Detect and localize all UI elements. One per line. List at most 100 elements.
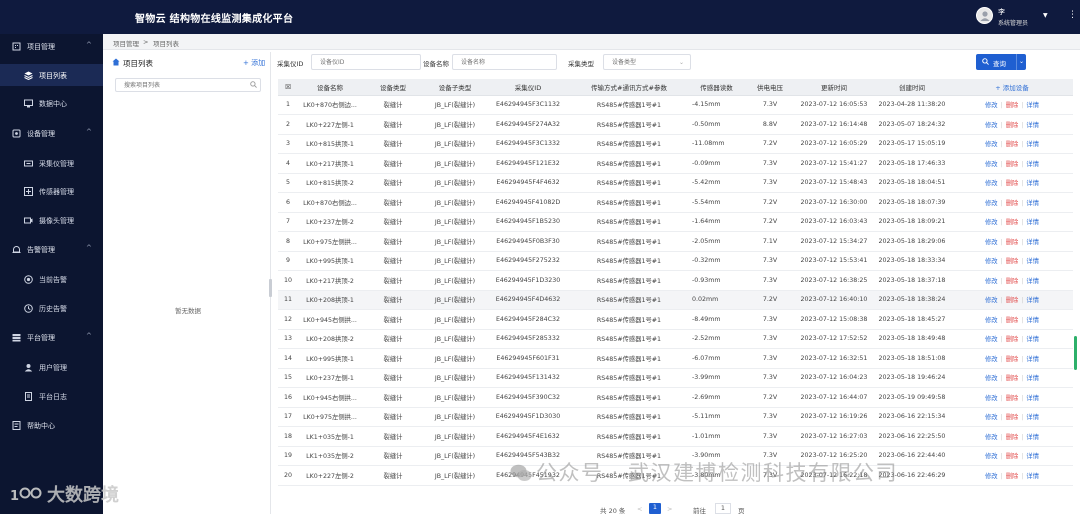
delete-button[interactable]: 删除 [1006,453,1019,460]
detail-button[interactable]: 详情 [1026,453,1039,460]
table-row[interactable]: 12 LK0+945右侧拱... 裂缝计 JB_LF(裂缝计) E46294945F28… [278,309,1073,330]
edit-button[interactable]: 修改 [985,278,998,285]
table-row[interactable]: 14 LK0+995拱顶-1 裂缝计 JB_LF(裂缝计) E46294945F601F… [278,348,1073,369]
delete-button[interactable]: 删除 [1006,141,1019,148]
detail-button[interactable]: 详情 [1026,278,1039,285]
detail-button[interactable]: 详情 [1026,180,1039,187]
more-icon[interactable]: ⋮ [1068,10,1077,20]
sidebar-item-data-center[interactable]: 数据中心 [0,92,103,114]
delete-button[interactable]: 删除 [1006,161,1019,168]
detail-button[interactable]: 详情 [1026,122,1039,129]
delete-button[interactable]: 删除 [1006,414,1019,421]
table-row[interactable]: 9 LK0+995拱顶-1 裂缝计 JB_LF(裂缝计) E46294945F27523… [278,251,1073,271]
edit-button[interactable]: 修改 [985,141,998,148]
detail-button[interactable]: 详情 [1026,336,1039,343]
panel-resize-handle[interactable] [269,279,272,297]
edit-button[interactable]: 修改 [985,317,998,324]
delete-button[interactable]: 删除 [1006,200,1019,207]
sidebar-group-device[interactable]: 设备管理 ^ [0,122,103,144]
delete-button[interactable]: 删除 [1006,317,1019,324]
delete-button[interactable]: 删除 [1006,102,1019,109]
edit-button[interactable]: 修改 [985,336,998,343]
detail-button[interactable]: 详情 [1026,473,1039,480]
table-row[interactable]: 2 LK0+227左侧-1 裂缝计 JB_LF(裂缝计) E46294945F274A3… [278,114,1073,135]
edit-button[interactable]: 修改 [985,453,998,460]
table-row[interactable]: 11 LK0+208拱顶-1 裂缝计 JB_LF(裂缝计) E46294945F4D46… [278,290,1073,310]
detail-button[interactable]: 详情 [1026,102,1039,109]
table-row[interactable]: 17 LK0+975左侧拱... 裂缝计 JB_LF(裂缝计) E46294945F1D… [278,407,1073,427]
select-all-icon[interactable]: ☒ [278,79,298,96]
chevron-down-icon[interactable]: ▼ [1043,12,1048,19]
detail-button[interactable]: 详情 [1026,141,1039,148]
query-dropdown-button[interactable]: ⌄ [1016,54,1026,70]
search-icon[interactable] [250,81,257,88]
sidebar-group-platform[interactable]: 平台管理 ^ [0,326,103,348]
delete-button[interactable]: 删除 [1006,239,1019,246]
detail-button[interactable]: 详情 [1026,395,1039,402]
detail-button[interactable]: 详情 [1026,239,1039,246]
edit-button[interactable]: 修改 [985,297,998,304]
edit-button[interactable]: 修改 [985,219,998,226]
delete-button[interactable]: 删除 [1006,395,1019,402]
edit-button[interactable]: 修改 [985,473,998,480]
sidebar-item-project-list[interactable]: 项目列表 [0,64,103,86]
edit-button[interactable]: 修改 [985,395,998,402]
avatar[interactable] [976,7,993,24]
edit-button[interactable]: 修改 [985,122,998,129]
detail-button[interactable]: 详情 [1026,317,1039,324]
delete-button[interactable]: 删除 [1006,122,1019,129]
sidebar-group-help[interactable]: 帮助中心 [0,414,103,436]
delete-button[interactable]: 删除 [1006,336,1019,343]
delete-button[interactable]: 删除 [1006,434,1019,441]
next-page-button[interactable]: > [667,505,672,513]
table-row[interactable]: 8 LK0+975左侧拱... 裂缝计 JB_LF(裂缝计) E46294945F0B3… [278,231,1073,252]
detail-button[interactable]: 详情 [1026,414,1039,421]
scrollbar[interactable] [1074,336,1077,370]
sidebar-item-sensor[interactable]: 传感器管理 [0,180,103,202]
detail-button[interactable]: 详情 [1026,297,1039,304]
table-row[interactable]: 1 LK0+870右侧边... 裂缝计 JB_LF(裂缝计) E46294945F3C1… [278,95,1073,115]
user-name[interactable]: 李 [998,7,1005,17]
table-row[interactable]: 13 LK0+208拱顶-2 裂缝计 JB_LF(裂缝计) E46294945F2853… [278,329,1073,349]
delete-button[interactable]: 删除 [1006,219,1019,226]
current-page-button[interactable]: 1 [649,503,661,514]
detail-button[interactable]: 详情 [1026,356,1039,363]
edit-button[interactable]: 修改 [985,239,998,246]
sidebar-item-history-alarm[interactable]: 历史告警 [0,297,103,319]
table-row[interactable]: 6 LK0+870右侧边... 裂缝计 JB_LF(裂缝计) E46294945F410… [278,192,1073,213]
delete-button[interactable]: 删除 [1006,297,1019,304]
delete-button[interactable]: 删除 [1006,473,1019,480]
sidebar-item-user-management[interactable]: 用户管理 [0,356,103,378]
table-row[interactable]: 4 LK0+217拱顶-1 裂缝计 JB_LF(裂缝计) E46294945F121E3… [278,153,1073,174]
collector-type-select[interactable] [603,54,691,70]
detail-button[interactable]: 详情 [1026,258,1039,265]
add-project-button[interactable]: + 添加 [243,58,265,68]
detail-button[interactable]: 详情 [1026,161,1039,168]
detail-button[interactable]: 详情 [1026,375,1039,382]
edit-button[interactable]: 修改 [985,200,998,207]
table-row[interactable]: 7 LK0+237左侧-2 裂缝计 JB_LF(裂缝计) E46294945F1B523… [278,212,1073,232]
project-search-input[interactable] [115,78,261,92]
sidebar-group-alarm[interactable]: 告警管理 ^ [0,238,103,260]
edit-button[interactable]: 修改 [985,356,998,363]
detail-button[interactable]: 详情 [1026,200,1039,207]
table-row[interactable]: 16 LK0+945右侧拱... 裂缝计 JB_LF(裂缝计) E46294945F39… [278,387,1073,408]
table-row[interactable]: 10 LK0+217拱顶-2 裂缝计 JB_LF(裂缝计) E46294945F1D32… [278,270,1073,291]
table-row[interactable]: 3 LK0+815拱顶-1 裂缝计 JB_LF(裂缝计) E46294945F3C133… [278,134,1073,154]
goto-page-input[interactable]: 1 [715,503,731,514]
delete-button[interactable]: 删除 [1006,278,1019,285]
edit-button[interactable]: 修改 [985,414,998,421]
edit-button[interactable]: 修改 [985,180,998,187]
device-name-input[interactable] [452,54,557,70]
edit-button[interactable]: 修改 [985,102,998,109]
edit-button[interactable]: 修改 [985,258,998,265]
prev-page-button[interactable]: < [637,505,642,513]
query-button[interactable]: 查询 [976,54,1016,70]
sidebar-item-camera[interactable]: 摄像头管理 [0,209,103,231]
table-row[interactable]: 15 LK0+237左侧-1 裂缝计 JB_LF(裂缝计) E46294945F1314… [278,368,1073,388]
detail-button[interactable]: 详情 [1026,219,1039,226]
edit-button[interactable]: 修改 [985,434,998,441]
sidebar-item-platform-log[interactable]: 平台日志 [0,385,103,407]
chevron-down-icon[interactable]: ⌄ [679,59,684,66]
delete-button[interactable]: 删除 [1006,180,1019,187]
